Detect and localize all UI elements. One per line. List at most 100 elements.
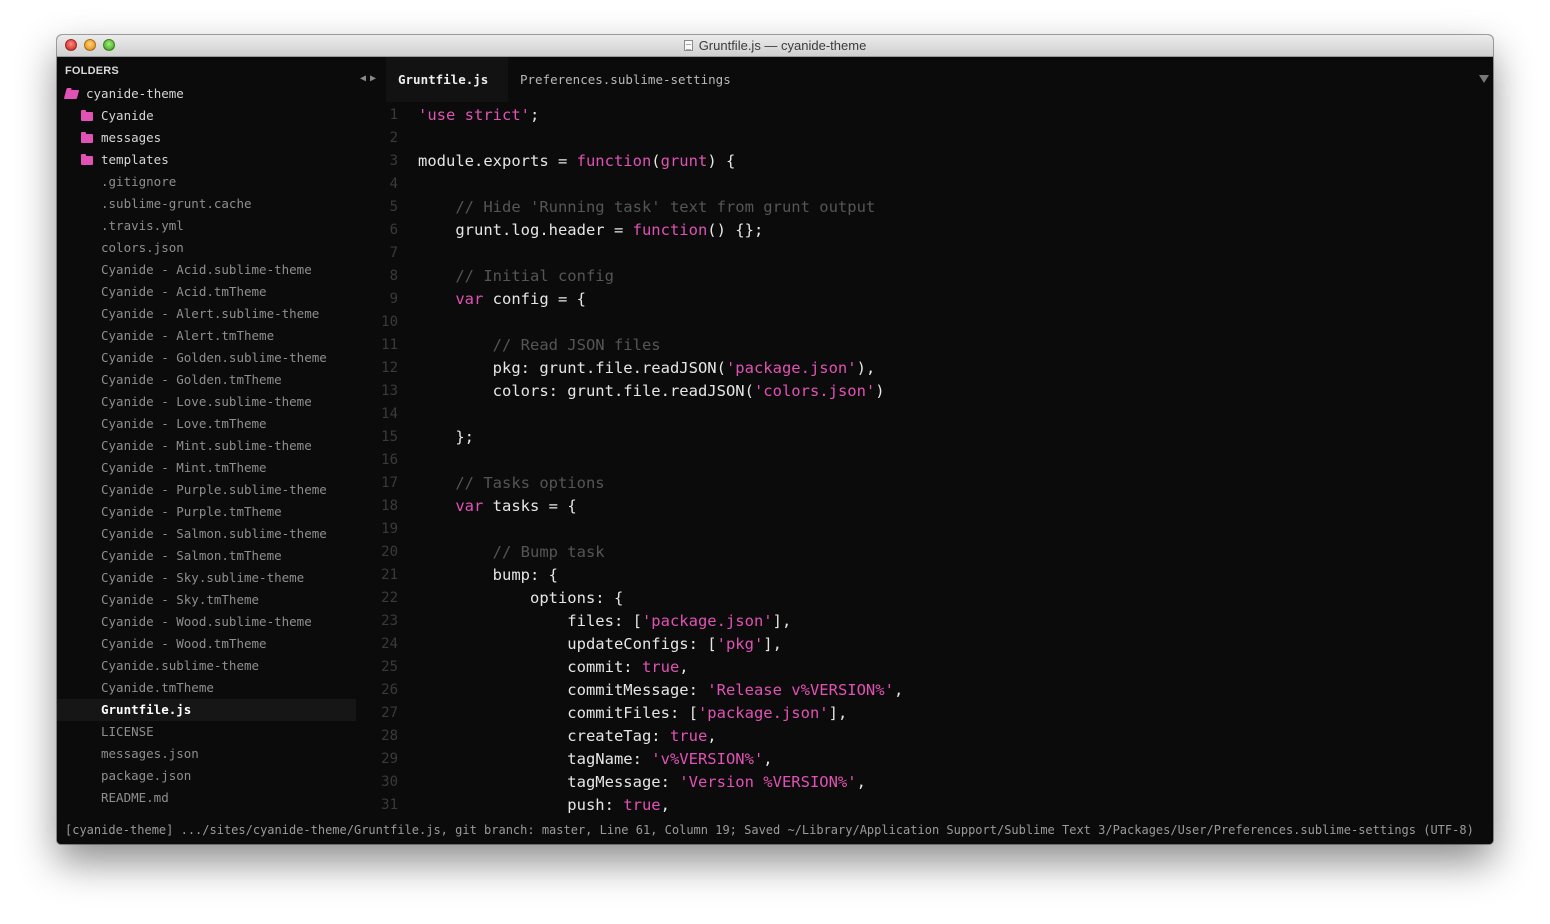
tree-file[interactable]: Cyanide - Sky.tmTheme xyxy=(57,589,356,611)
code-token: function xyxy=(576,152,652,170)
tree-file[interactable]: Cyanide - Alert.tmTheme xyxy=(57,325,356,347)
tree-folder[interactable]: messages xyxy=(57,127,356,149)
tree-file[interactable]: Cyanide - Salmon.tmTheme xyxy=(57,545,356,567)
code-line: 18 var tasks = { xyxy=(356,495,1493,518)
tree-file[interactable]: .travis.yml xyxy=(57,215,356,237)
line-number: 17 xyxy=(381,475,398,491)
code-line: 11 // Read JSON files xyxy=(356,334,1493,357)
tree-root-folder[interactable]: cyanide-theme xyxy=(57,83,356,105)
line-number: 15 xyxy=(381,429,398,445)
line-number: 8 xyxy=(389,268,398,284)
folder-label: templates xyxy=(101,152,169,167)
tree-file[interactable]: Cyanide - Wood.sublime-theme xyxy=(57,611,356,633)
tree-file[interactable]: Cyanide - Wood.tmTheme xyxy=(57,633,356,655)
tree-file[interactable]: messages.json xyxy=(57,743,356,765)
window-controls xyxy=(65,39,115,51)
tree-file[interactable]: Cyanide - Love.sublime-theme xyxy=(57,391,356,413)
line-number: 12 xyxy=(381,360,398,376)
tab-list-dropdown-icon[interactable] xyxy=(1479,75,1489,83)
code-token: ], xyxy=(772,612,792,630)
code-editor[interactable]: 1'use strict'; 2 3 module.exports = functio… xyxy=(356,102,1493,822)
code-text: commit: true, xyxy=(418,656,688,679)
tree-file[interactable]: Cyanide - Golden.sublime-theme xyxy=(57,347,356,369)
tab-label: Gruntfile.js xyxy=(398,72,489,87)
tab-next-icon[interactable]: ▶ xyxy=(370,73,380,84)
tree-folder[interactable]: Cyanide xyxy=(57,105,356,127)
code-line: 8 // Initial config xyxy=(356,265,1493,288)
code-text: module.exports = function(grunt) { xyxy=(418,150,735,173)
code-token: options: { xyxy=(418,589,624,607)
line-number: 16 xyxy=(381,452,398,468)
tree-file[interactable]: Cyanide - Salmon.sublime-theme xyxy=(57,523,356,545)
code-token: updateConfigs: [ xyxy=(418,635,717,653)
tree-file[interactable]: Cyanide - Acid.sublime-theme xyxy=(57,259,356,281)
line-number: 24 xyxy=(381,636,398,652)
line-number: 5 xyxy=(389,199,398,215)
tree-folder[interactable]: templates xyxy=(57,149,356,171)
line-number: 1 xyxy=(389,107,398,123)
minimize-window-button[interactable] xyxy=(84,39,96,51)
tree-file[interactable]: LICENSE xyxy=(57,721,356,743)
code-token: tagName: xyxy=(418,750,652,768)
code-line: 5 // Hide 'Running task' text from grunt… xyxy=(356,196,1493,219)
code-token: push: xyxy=(418,796,624,814)
zoom-window-button[interactable] xyxy=(103,39,115,51)
code-token: 'Release v%VERSION%' xyxy=(707,681,894,699)
code-line: 6 grunt.log.header = function() {}; xyxy=(356,219,1493,242)
tree-file[interactable]: Cyanide - Mint.tmTheme xyxy=(57,457,356,479)
tree-file[interactable]: Cyanide.sublime-theme xyxy=(57,655,356,677)
tree-file[interactable]: package.json xyxy=(57,765,356,787)
tree-file[interactable]: Cyanide - Purple.sublime-theme xyxy=(57,479,356,501)
code-token: 'use strict' xyxy=(418,106,530,124)
code-token: 'package.json' xyxy=(641,612,773,630)
tree-file[interactable]: Cyanide - Acid.tmTheme xyxy=(57,281,356,303)
tree-file[interactable]: Gruntfile.js xyxy=(57,699,356,721)
code-text: commitMessage: 'Release v%VERSION%', xyxy=(418,679,903,702)
line-number: 11 xyxy=(381,337,398,353)
tree-file[interactable]: Cyanide - Golden.tmTheme xyxy=(57,369,356,391)
tab-bar: ◀▶ Gruntfile.js Preferences.sublime-sett… xyxy=(356,57,1493,129)
code-text: grunt.log.header = function() {}; xyxy=(418,219,763,242)
code-text: tagName: 'v%VERSION%', xyxy=(418,748,772,771)
tree-file[interactable]: Cyanide.tmTheme xyxy=(57,677,356,699)
code-token: 'package.json' xyxy=(725,359,857,377)
folder-icon xyxy=(81,154,93,165)
code-text: // Read JSON files xyxy=(418,334,661,357)
code-token: 'v%VERSION%' xyxy=(651,750,764,768)
line-number: 9 xyxy=(389,291,398,307)
tree-file[interactable]: Cyanide - Mint.sublime-theme xyxy=(57,435,356,457)
window-title-group: Gruntfile.js — cyanide-theme xyxy=(683,38,866,53)
tree-file[interactable]: .sublime-grunt.cache xyxy=(57,193,356,215)
tree-file[interactable]: colors.json xyxy=(57,237,356,259)
code-line: 23 files: ['package.json'], xyxy=(356,610,1493,633)
tab-prev-icon[interactable]: ◀ xyxy=(360,73,370,84)
line-number: 18 xyxy=(381,498,398,514)
code-token: true xyxy=(669,727,708,745)
code-text: // Bump task xyxy=(418,541,605,564)
tree-file[interactable]: README.md xyxy=(57,787,356,809)
code-line: 25 commit: true, xyxy=(356,656,1493,679)
code-line: 17 // Tasks options xyxy=(356,472,1493,495)
code-token: , xyxy=(707,727,717,745)
tree-file[interactable]: Cyanide - Sky.sublime-theme xyxy=(57,567,356,589)
close-window-button[interactable] xyxy=(65,39,77,51)
code-text: updateConfigs: ['pkg'], xyxy=(418,633,782,656)
code-token: commitMessage: xyxy=(418,681,708,699)
tab-gruntfile[interactable]: Gruntfile.js xyxy=(386,57,508,129)
tree-file[interactable]: Cyanide - Alert.sublime-theme xyxy=(57,303,356,325)
code-text: pkg: grunt.file.readJSON('package.json')… xyxy=(418,357,876,380)
line-number: 3 xyxy=(389,153,398,169)
tree-file[interactable]: Cyanide - Love.tmTheme xyxy=(57,413,356,435)
code-token: colors: grunt.file.readJSON( xyxy=(418,382,754,400)
code-token: ) { xyxy=(707,152,736,170)
line-number: 30 xyxy=(381,774,398,790)
code-token: tagMessage: xyxy=(418,773,680,791)
line-number: 4 xyxy=(389,176,398,192)
code-token: () {}; xyxy=(707,221,764,239)
code-token: 'package.json' xyxy=(697,704,829,722)
tab-preferences[interactable]: Preferences.sublime-settings xyxy=(508,57,743,102)
line-number: 13 xyxy=(381,383,398,399)
tree-file[interactable]: Cyanide - Purple.tmTheme xyxy=(57,501,356,523)
tree-file[interactable]: .gitignore xyxy=(57,171,356,193)
